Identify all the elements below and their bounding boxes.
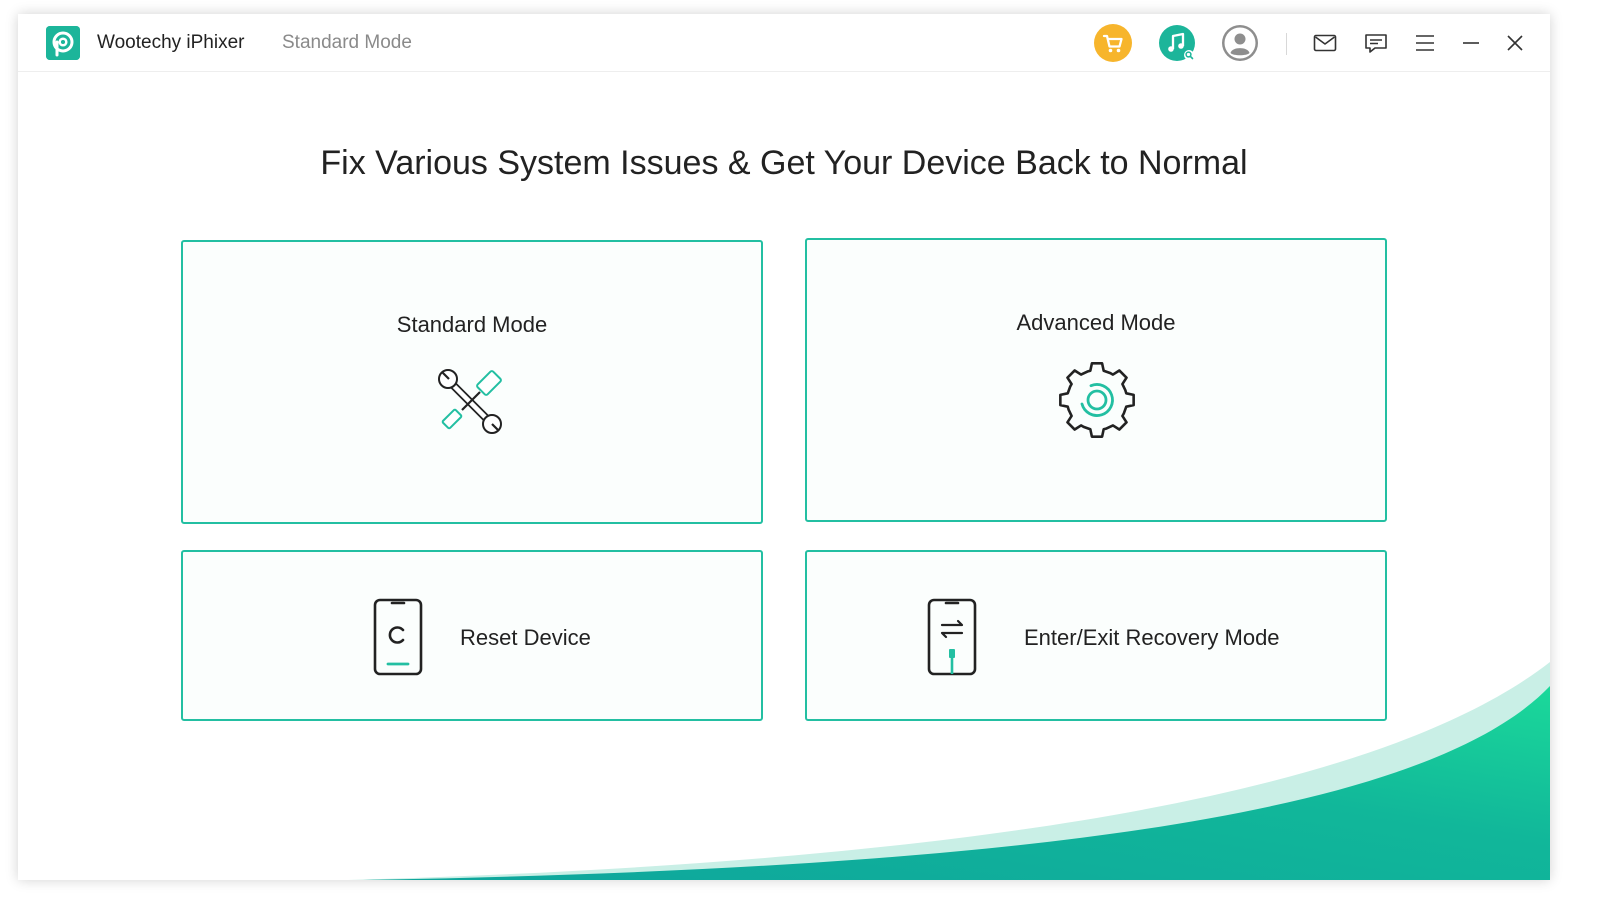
recovery-mode-card[interactable]: Enter/Exit Recovery Mode — [805, 550, 1387, 721]
app-window: Wootechy iPhixer Standard Mode Fix Vario… — [18, 14, 1550, 880]
reset-device-card[interactable]: Reset Device — [181, 550, 763, 721]
standard-mode-card[interactable]: Standard Mode — [181, 240, 763, 524]
tools-icon — [438, 369, 502, 434]
reset-device-label: Reset Device — [460, 625, 591, 650]
recovery-mode-label: Enter/Exit Recovery Mode — [1024, 625, 1280, 650]
advanced-mode-label: Advanced Mode — [1016, 310, 1176, 335]
phone-reset-icon — [373, 598, 423, 676]
advanced-mode-card[interactable]: Advanced Mode — [805, 238, 1387, 522]
standard-mode-label: Standard Mode — [396, 312, 548, 337]
gear-icon — [1059, 362, 1135, 438]
phone-recovery-icon — [927, 598, 977, 676]
